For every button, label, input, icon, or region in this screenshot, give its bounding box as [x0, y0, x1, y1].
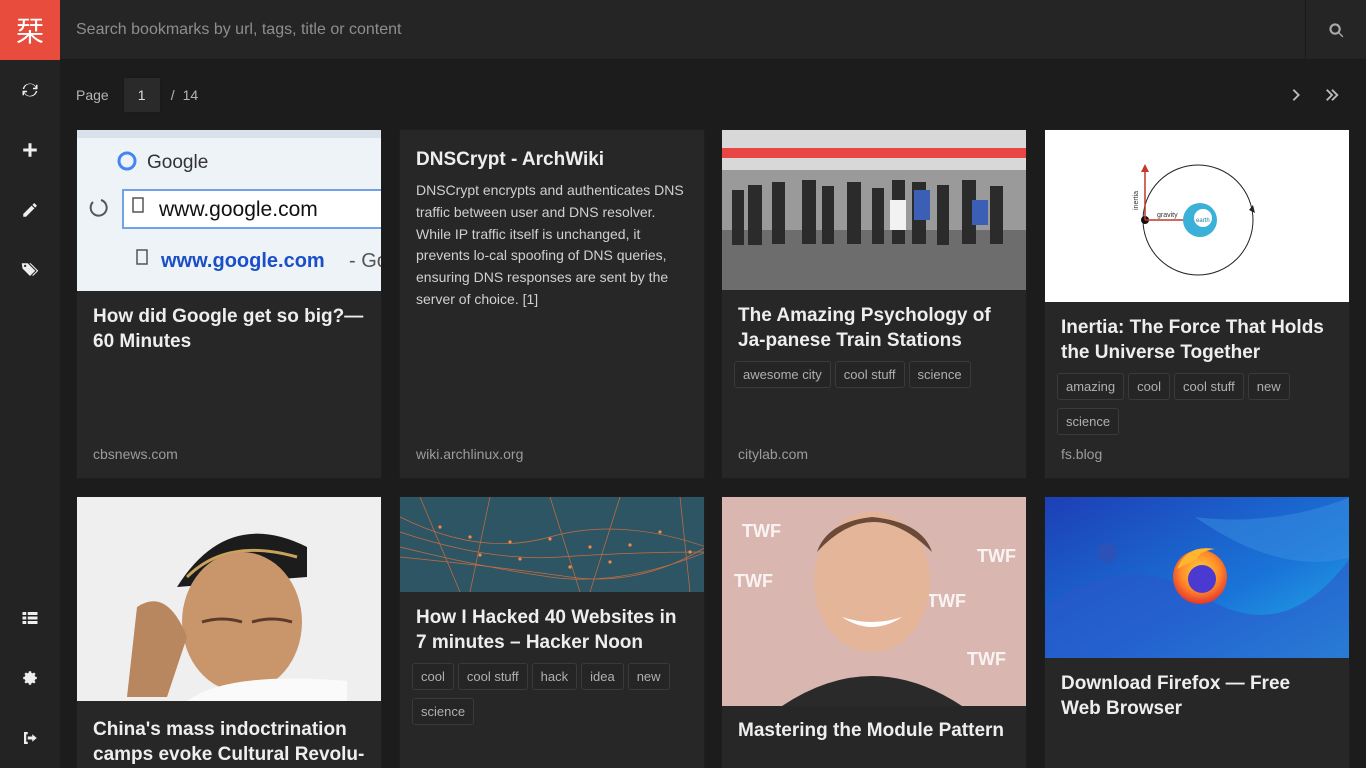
bookmark-card[interactable]: TWF TWF TWF TWF TWF Mastering the Module… [721, 496, 1027, 768]
list-icon [22, 612, 38, 624]
pencil-icon [23, 203, 37, 217]
bookmark-card[interactable]: How I Hacked 40 Websites in 7 minutes – … [399, 496, 705, 768]
tag-chip[interactable]: cool stuff [457, 663, 528, 690]
bookmark-domain: cbsnews.com [93, 446, 178, 462]
tag-chip[interactable]: science [908, 361, 971, 388]
bookmark-title[interactable]: Download Firefox — Free Web Browser [1045, 671, 1349, 721]
logout-button[interactable] [0, 718, 60, 758]
bookmark-card[interactable]: Google www.google.com www.google.com - G… [76, 129, 382, 479]
last-page-button[interactable] [1319, 82, 1345, 108]
bookmark-card[interactable]: Download Firefox — Free Web Browser [1044, 496, 1350, 768]
bookmark-thumbnail [1045, 497, 1349, 658]
svg-text:Google: Google [147, 152, 208, 173]
tags-icon [21, 263, 39, 276]
bookmark-thumbnail: inertia gravity earth [1045, 130, 1349, 302]
bookmark-thumbnail [400, 497, 704, 592]
bookmark-card[interactable]: The Amazing Psychology of Ja-panese Trai… [721, 129, 1027, 479]
add-bookmark-button[interactable] [0, 130, 60, 170]
tag-chip[interactable]: idea [581, 663, 624, 690]
tag-chip[interactable]: cool stuff [834, 361, 905, 388]
bookmark-title[interactable]: Inertia: The Force That Holds the Univer… [1045, 315, 1349, 365]
page-label: Page [76, 87, 109, 103]
svg-text:www.google.com: www.google.com [158, 198, 318, 221]
bookmark-title[interactable]: How I Hacked 40 Websites in 7 minutes – … [400, 605, 704, 655]
header-bar [60, 0, 1366, 60]
tag-chip[interactable]: hack [531, 663, 578, 690]
bookmark-thumbnail: Google www.google.com www.google.com - G… [77, 130, 381, 291]
pagination: Page / 14 [76, 77, 198, 113]
tags-button[interactable] [0, 250, 60, 290]
page-number-input[interactable] [122, 77, 161, 113]
bookmark-excerpt: DNSCrypt encrypts and authenticates DNS … [416, 182, 684, 307]
search-button[interactable] [1305, 0, 1366, 60]
plus-icon [23, 143, 37, 157]
page-total: 14 [182, 87, 199, 103]
tag-chip[interactable]: new [627, 663, 670, 690]
refresh-button[interactable] [0, 70, 60, 110]
bookmark-title[interactable]: Mastering the Module Pattern [722, 718, 1026, 743]
tag-chip[interactable]: amazing [1057, 373, 1125, 400]
list-view-button[interactable] [0, 598, 60, 638]
thumb-label-inertia: inertia [1133, 191, 1140, 210]
search-input[interactable] [60, 0, 1305, 60]
edit-button[interactable] [0, 190, 60, 230]
bookmark-domain: fs.blog [1061, 446, 1103, 462]
thumb-logo-text: TWF [927, 591, 966, 611]
sidebar: 栞 [0, 0, 60, 768]
tag-chip[interactable]: cool stuff [1174, 373, 1244, 400]
app-logo[interactable]: 栞 [0, 0, 60, 60]
svg-text:www.google.com: www.google.com [160, 250, 325, 272]
bookmark-thumbnail [77, 497, 381, 701]
tag-chip[interactable]: new [1247, 373, 1290, 400]
thumb-logo-text: TWF [967, 649, 1006, 669]
logo-glyph: 栞 [15, 15, 44, 48]
svg-text:- Goo: - Goo [349, 250, 381, 272]
bookmark-title[interactable]: How did Google get so big?—60 Minutes [77, 304, 381, 354]
next-page-button[interactable] [1283, 82, 1309, 108]
bookmark-domain: citylab.com [738, 446, 809, 462]
thumb-label-gravity: gravity [1157, 212, 1178, 219]
bookmark-title[interactable]: DNSCrypt - ArchWiki [400, 147, 704, 172]
tag-chip[interactable]: cool [1128, 373, 1170, 400]
bookmark-thumbnail: TWF TWF TWF TWF TWF [722, 497, 1026, 706]
bookmark-card[interactable]: DNSCrypt - ArchWiki DNSCrypt encrypts an… [399, 129, 705, 479]
search-icon [1328, 22, 1343, 37]
gear-icon [23, 671, 37, 685]
tag-chip[interactable]: cool [412, 663, 454, 690]
double-chevron-right-icon [1326, 89, 1339, 101]
chevron-right-icon [1292, 89, 1300, 101]
refresh-icon [22, 83, 38, 97]
bookmark-tags: awesome city cool stuff science [722, 361, 1026, 396]
tag-chip[interactable]: science [412, 698, 475, 725]
thumb-logo-text: TWF [734, 571, 773, 591]
page-separator: / [170, 87, 175, 103]
bookmark-thumbnail [722, 130, 1026, 290]
bookmark-domain: wiki.archlinux.org [416, 446, 524, 462]
thumb-logo-text: TWF [742, 521, 781, 541]
tag-chip[interactable]: awesome city [734, 361, 831, 388]
settings-button[interactable] [0, 658, 60, 698]
thumb-label-earth: earth [1196, 218, 1210, 224]
sign-out-icon [24, 732, 37, 744]
bookmark-tags: cool cool stuff hack idea new science [400, 663, 704, 733]
bookmark-title[interactable]: China's mass indoctrination camps evoke … [77, 717, 381, 767]
bookmark-title[interactable]: The Amazing Psychology of Ja-panese Trai… [722, 303, 1026, 353]
bookmark-card[interactable]: inertia gravity earth Inertia: The Force… [1044, 129, 1350, 479]
bookmark-tags: amazing cool cool stuff new science [1045, 373, 1349, 443]
bookmark-card[interactable]: China's mass indoctrination camps evoke … [76, 496, 382, 768]
thumb-logo-text: TWF [977, 546, 1016, 566]
tag-chip[interactable]: science [1057, 408, 1120, 435]
